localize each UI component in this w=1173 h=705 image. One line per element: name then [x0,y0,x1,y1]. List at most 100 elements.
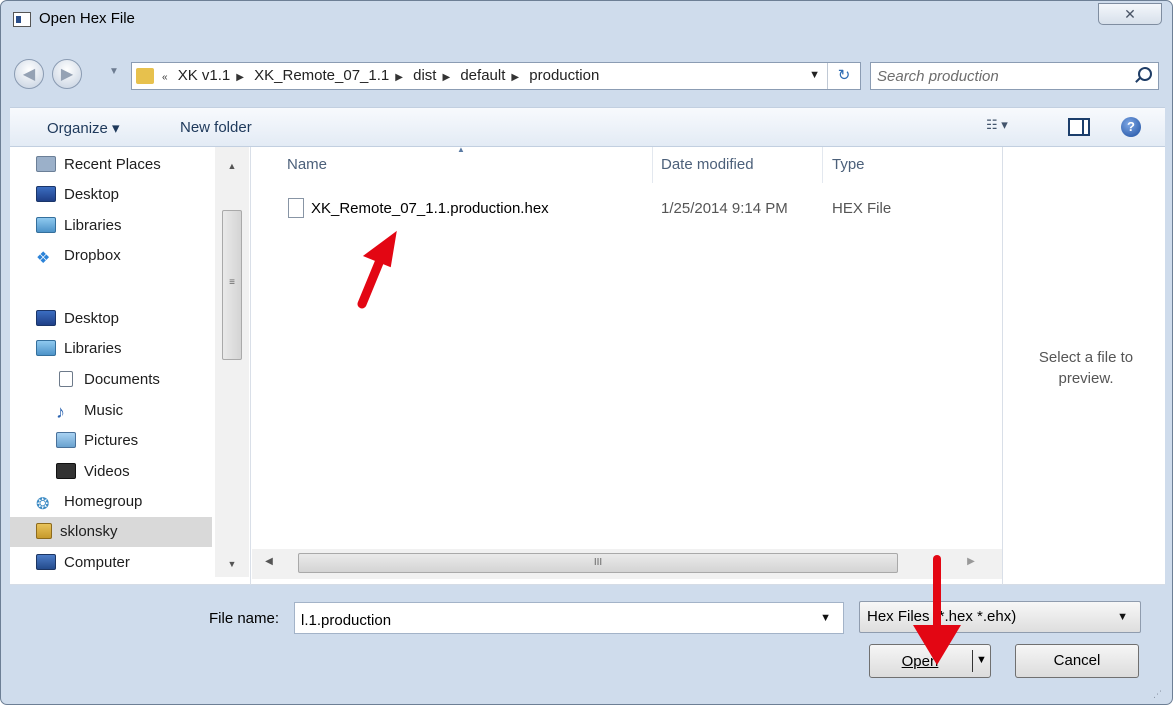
open-options-dropdown-icon[interactable]: ▼ [976,654,987,666]
column-label: Date modified [661,156,754,173]
file-date-cell: 1/25/2014 9:14 PM [661,200,788,217]
back-arrow-icon: ◀ [22,66,36,83]
new-folder-button[interactable]: New folder [180,119,252,136]
sidebar-item-label: sklonsky [60,523,118,540]
split-divider [972,650,973,672]
refresh-button[interactable]: ↻ [827,63,860,89]
navigation-tree: Recent Places Desktop Libraries ❖ Dropbox… [10,147,212,577]
grip-icon: ≡ [229,277,235,288]
scrollbar-thumb[interactable]: ≡ [222,210,242,360]
scroll-left-icon[interactable]: ◀ [252,556,286,567]
column-divider[interactable] [822,147,823,183]
search-box[interactable] [870,62,1159,90]
forward-arrow-icon: ▶ [60,66,74,83]
sidebar-item-pictures[interactable]: Pictures [56,426,138,456]
sidebar-item-music[interactable]: ♪ Music [56,396,123,426]
music-icon: ♪ [56,402,65,422]
forward-button[interactable]: ▶ [52,59,82,89]
breadcrumb-arrow-icon[interactable]: ▶ [395,72,403,83]
breadcrumb-item[interactable]: production [529,67,599,84]
chevron-down-icon: ▼ [1117,611,1128,623]
sidebar-item-libraries[interactable]: Libraries [36,334,122,364]
nav-buttons: ◀ ▶ ▼ [14,57,129,91]
file-type-cell: HEX File [832,200,892,217]
sidebar-item-label: Desktop [64,186,120,203]
navigation-bar: ◀ ▶ ▼ « XK v1.1 ▶ XK_Remote_07_1.1 ▶ dist ▶… [1,53,1172,99]
help-icon[interactable]: ? [1121,117,1141,137]
videos-icon [56,463,76,479]
file-name-combobox[interactable]: ▼ [294,602,844,634]
homegroup-icon: ❂ [36,496,50,513]
command-bar: Organize ▾ New folder ☷ ▾ ? [10,107,1165,147]
sidebar-item-recent-places[interactable]: Recent Places [36,150,161,180]
sidebar-item-desktop[interactable]: Desktop [36,304,119,334]
open-button-label: Open [901,653,939,670]
documents-icon [59,371,73,387]
chevron-down-icon[interactable]: ▼ [820,612,831,624]
sidebar-item-label: Libraries [64,217,122,234]
sidebar-item-sklonsky[interactable]: sklonsky [10,517,212,547]
column-label: Type [832,156,865,173]
sort-ascending-icon: ▲ [457,145,465,154]
file-row[interactable]: XK_Remote_07_1.1.production.hex 1/25/201… [282,197,982,223]
sidebar-item-dropbox[interactable]: ❖ Dropbox [36,241,121,271]
change-view-button[interactable]: ☷ ▾ [986,117,1036,139]
column-header-type[interactable]: Type [832,156,865,173]
close-button[interactable]: ✕ [1098,3,1162,25]
column-header-name[interactable]: Name [287,156,327,173]
navigation-scrollbar[interactable]: ▲ ≡ ▼ [215,147,249,577]
sidebar-item-label: Pictures [84,432,139,449]
sidebar-item-label: Documents [84,371,160,388]
scrollbar-thumb[interactable]: III [298,553,898,573]
file-name-input[interactable] [301,610,801,630]
file-list-horizontal-scrollbar[interactable]: ◀ III ▶ [252,549,1002,579]
breadcrumb-item[interactable]: XK v1.1 [178,67,231,84]
sidebar-item-documents[interactable]: Documents [56,365,160,395]
sidebar-item-homegroup[interactable]: ❂ Homegroup [36,487,142,517]
sidebar-item-libraries-favorite[interactable]: Libraries [36,211,122,241]
sidebar-item-label: Music [84,402,124,419]
open-hex-file-dialog: Open Hex File ✕ ◀ ▶ ▼ « XK v1.1 ▶ XK_Remo… [0,0,1173,705]
file-name-label: File name: [209,610,280,627]
sidebar-item-desktop-favorite[interactable]: Desktop [36,180,119,210]
file-type-select[interactable]: Hex Files (*.hex *.ehx) ▼ [859,601,1141,633]
breadcrumb-arrow-icon[interactable]: ▶ [236,72,244,83]
sidebar-item-label: Homegroup [64,493,143,510]
overflow-chevron-icon[interactable]: « [162,72,168,83]
scroll-down-icon[interactable]: ▼ [215,559,249,569]
breadcrumb-item[interactable]: default [460,67,505,84]
breadcrumb-arrow-icon[interactable]: ▶ [511,72,519,83]
organize-menu-button[interactable]: Organize ▾ [47,119,120,137]
column-label: Name [287,156,328,173]
file-list-pane: Name ▲ Date modified Type XK_Remote_07_1… [252,145,1002,585]
recent-locations-dropdown[interactable]: ▼ [109,66,119,77]
file-type-value: Hex Files (*.hex *.ehx) [867,608,1017,625]
column-header-date-modified[interactable]: Date modified [661,156,754,173]
breadcrumb-item[interactable]: XK_Remote_07_1.1 [254,67,389,84]
back-button[interactable]: ◀ [14,59,44,89]
column-divider[interactable] [652,147,653,183]
preview-pane-toggle[interactable] [1068,118,1090,136]
breadcrumb-item[interactable]: dist [413,67,436,84]
preview-placeholder-text: Select a file to preview. [1038,349,1134,387]
cancel-button[interactable]: Cancel [1015,644,1139,678]
address-dropdown-icon[interactable]: ▼ [809,69,820,81]
sidebar-item-label: Videos [84,463,130,480]
sidebar-item-videos[interactable]: Videos [56,457,130,487]
open-button[interactable]: Open ▼ [869,644,991,678]
window-title: Open Hex File [39,10,135,27]
breadcrumb: « XK v1.1 ▶ XK_Remote_07_1.1 ▶ dist ▶ defau… [162,67,605,84]
sidebar-item-label: Recent Places [64,156,161,173]
search-input[interactable] [877,66,1117,86]
breadcrumb-arrow-icon[interactable]: ▶ [442,72,450,83]
sidebar-item-label: Libraries [64,340,122,357]
address-bar[interactable]: « XK v1.1 ▶ XK_Remote_07_1.1 ▶ dist ▶ defau… [131,62,861,90]
sidebar-item-label: Dropbox [64,247,121,264]
sidebar-item-computer[interactable]: Computer [36,548,130,577]
resize-grip-icon[interactable]: ⋰ [1153,689,1162,700]
scroll-right-icon[interactable]: ▶ [954,556,988,567]
window-icon [13,12,31,27]
search-icon[interactable] [1138,67,1152,81]
scroll-up-icon[interactable]: ▲ [215,161,249,171]
libraries-icon [36,340,56,356]
